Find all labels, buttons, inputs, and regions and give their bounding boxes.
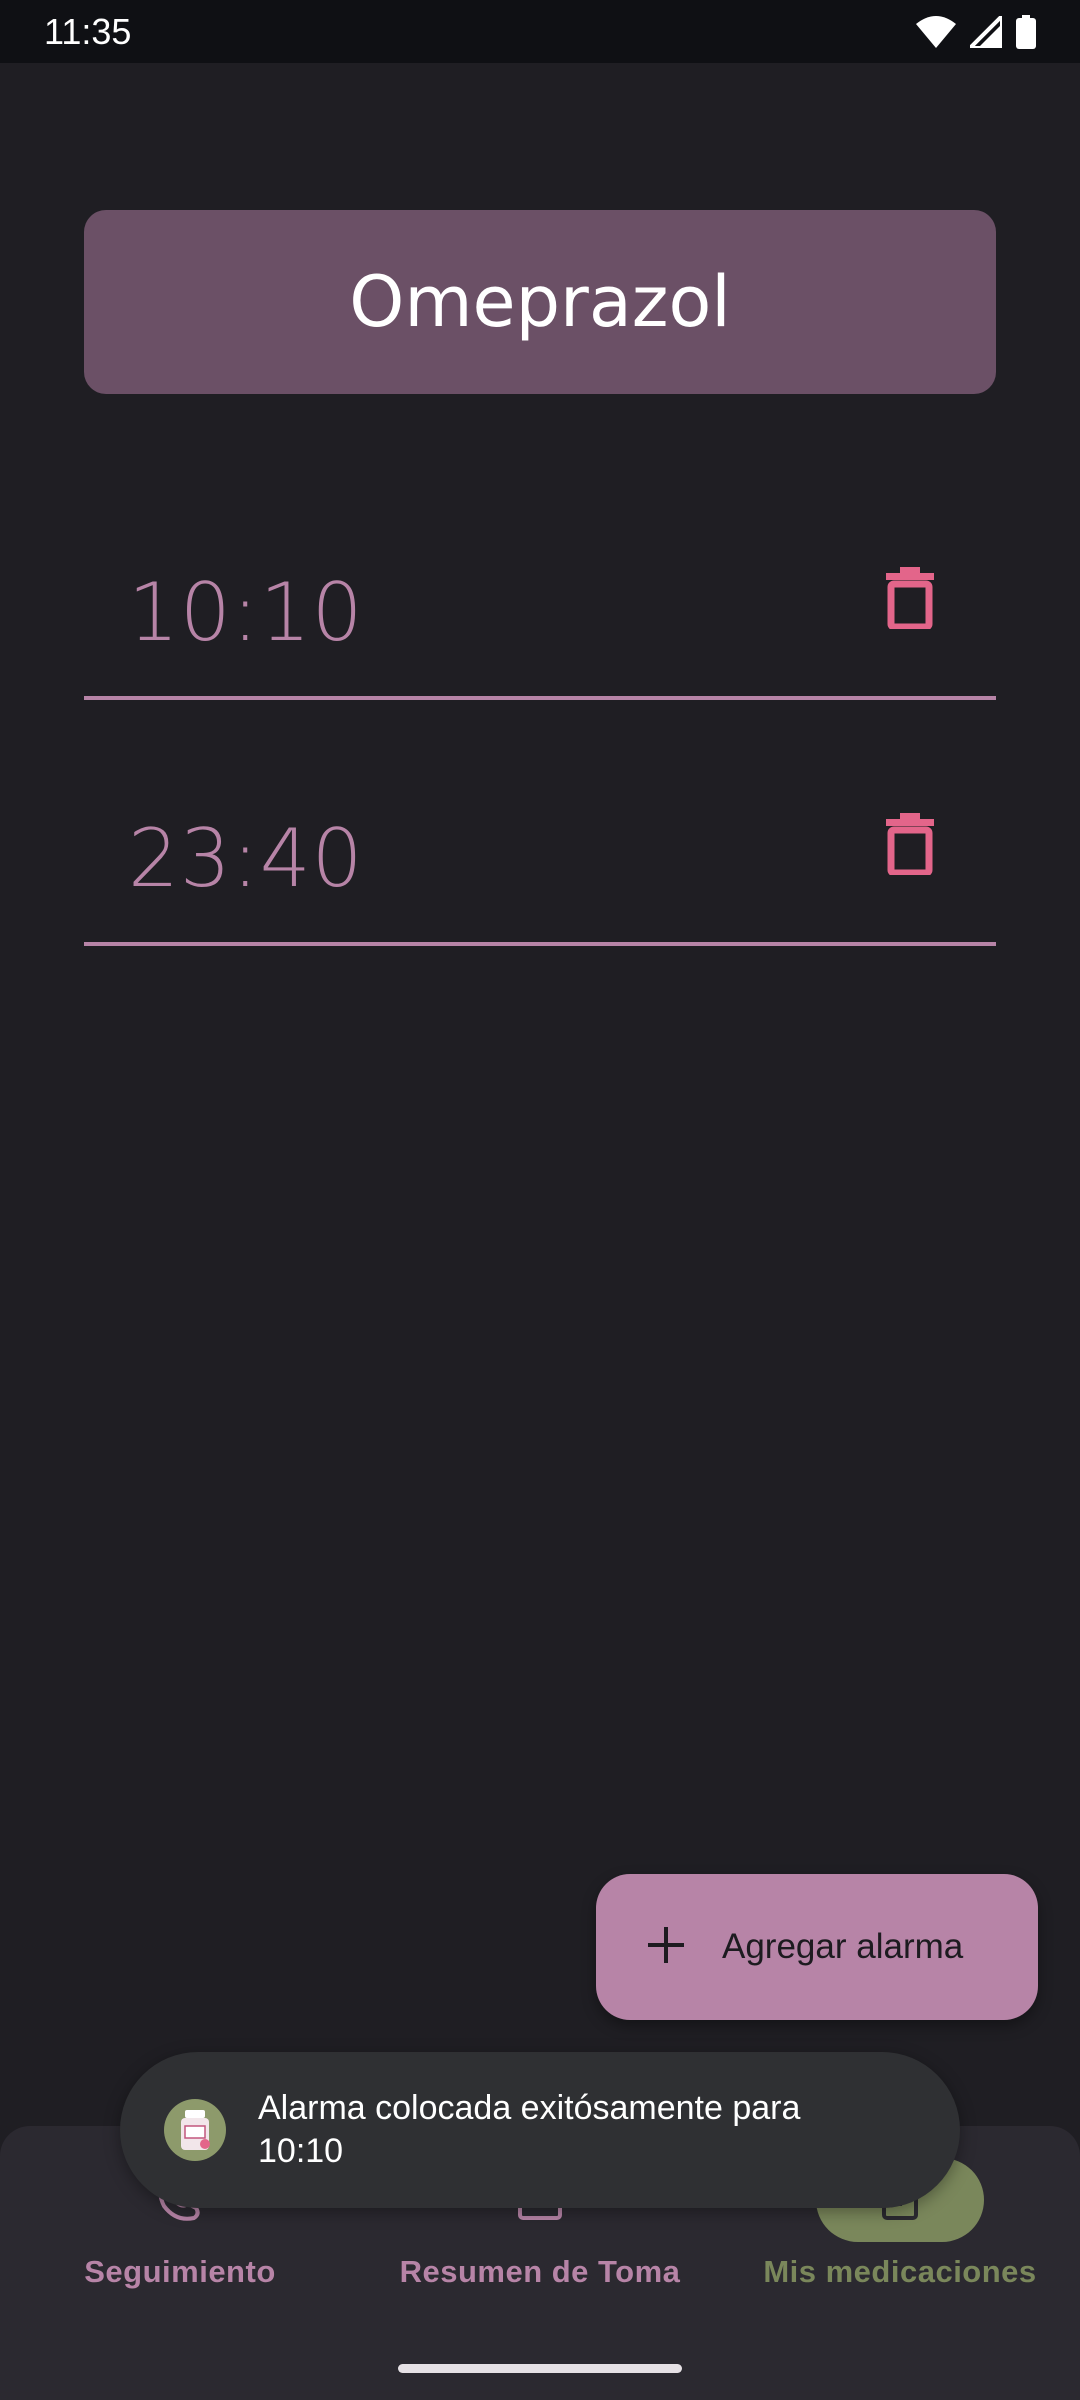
- alarm-row[interactable]: 23:40: [84, 766, 996, 946]
- nav-label[interactable]: Seguimiento: [0, 2254, 360, 2290]
- battery-icon: [1016, 14, 1036, 49]
- home-indicator[interactable]: [398, 2364, 682, 2373]
- status-bar: 11:35: [0, 0, 1080, 63]
- toast-message: Alarma colocada exitósamente para 10:10: [258, 2089, 801, 2170]
- add-alarm-label: Agregar alarma: [722, 1927, 964, 1966]
- medication-name: Omeprazol: [349, 261, 731, 343]
- delete-alarm-button[interactable]: [874, 806, 946, 886]
- status-time: 11:35: [44, 10, 132, 52]
- add-alarm-button[interactable]: Agregar alarma: [596, 1874, 1038, 2020]
- trash-icon[interactable]: [886, 567, 934, 633]
- alarm-set-toast: Alarma colocada exitósamente para 10:10: [120, 2052, 960, 2208]
- trash-icon[interactable]: [886, 813, 934, 879]
- plus-icon: [646, 1925, 686, 1969]
- alarm-row[interactable]: 10:10: [84, 520, 996, 700]
- alarm-time[interactable]: 10:10: [128, 566, 364, 659]
- nav-label-active[interactable]: Mis medicaciones: [720, 2254, 1080, 2290]
- app-logo-icon: [164, 2099, 226, 2161]
- nav-label[interactable]: Resumen de Toma: [360, 2254, 720, 2290]
- delete-alarm-button[interactable]: [874, 560, 946, 640]
- alarm-time[interactable]: 23:40: [128, 812, 364, 905]
- medication-title-card: Omeprazol: [84, 210, 996, 394]
- status-icons: [916, 14, 1036, 49]
- signal-icon: [970, 15, 1002, 48]
- wifi-icon: [916, 15, 956, 48]
